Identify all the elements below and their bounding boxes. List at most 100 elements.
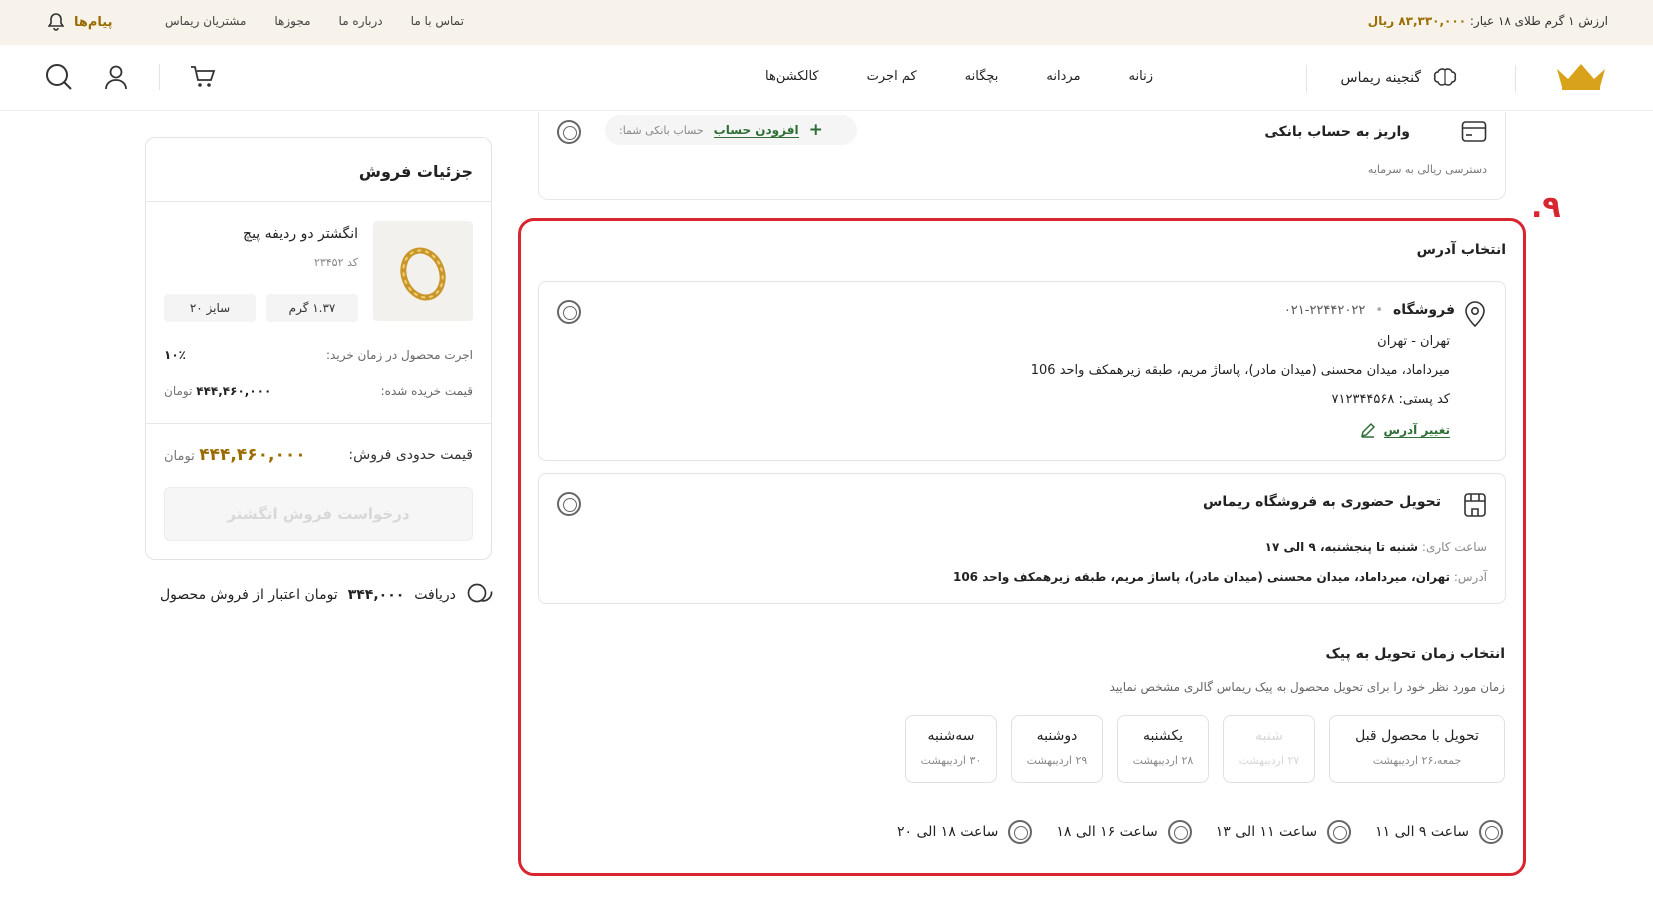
nav-collections[interactable]: کالکشن‌ها: [765, 69, 819, 84]
day-date: ۲۹ اردیبهشت: [1026, 754, 1088, 767]
bank-deposit-option[interactable]: واریز به حساب بانکی دسترسی ریالی به سرما…: [538, 112, 1506, 200]
product-code: کد ۲۳۴۵۲: [313, 256, 358, 269]
delivery-time-subtitle: زمان مورد نظر خود را برای تحویل محصول به…: [1109, 680, 1505, 694]
change-address-link[interactable]: تغییر آدرس: [1360, 422, 1450, 438]
day-option-sunday[interactable]: یکشنبه ۲۸ اردیبهشت: [1117, 715, 1209, 783]
store-name: فروشگاه: [1392, 302, 1455, 318]
crown-logo-icon[interactable]: [1554, 61, 1608, 95]
pickup-address-label: آدرس:: [1453, 570, 1487, 584]
day-option-tuesday[interactable]: سه‌شنبه ۳۰ اردیبهشت: [905, 715, 997, 783]
nav-kids[interactable]: بچگانه: [965, 69, 999, 84]
time-slot-radio[interactable]: [1008, 820, 1033, 844]
currency-label: تومان: [164, 449, 195, 464]
day-date: ۲۸ اردیبهشت: [1132, 754, 1194, 767]
top-link-licenses[interactable]: مجوزها: [274, 14, 310, 28]
ring-image: [373, 221, 473, 321]
day-option-with-previous[interactable]: تحویل با محصول قبل جمعه،۲۶ اردیبهشت: [1329, 715, 1505, 783]
gold-price-label: ارزش ۱ گرم طلای ۱۸ عیار: ۸۳,۳۳۰,۰۰۰ ریال: [1368, 14, 1608, 28]
header-divider: [1515, 65, 1516, 93]
day-date: ۳۰ اردیبهشت: [920, 754, 982, 767]
store-address: میرداماد، میدان محسنی (میدان مادر)، پاسا…: [1030, 363, 1450, 378]
estimated-price-label: قیمت حدودی فروش:: [348, 447, 473, 463]
time-slot-label: ساعت ۱۱ الی ۱۳: [1215, 824, 1318, 840]
purchase-price: ۴۴۴,۴۶۰,۰۰۰ تومان: [164, 384, 271, 398]
day-name: تحویل با محصول قبل: [1355, 728, 1479, 744]
day-option-monday[interactable]: دوشنبه ۲۹ اردیبهشت: [1011, 715, 1103, 783]
top-bar: ارزش ۱ گرم طلای ۱۸ عیار: ۸۳,۳۳۰,۰۰۰ ریال…: [0, 0, 1653, 45]
pencil-icon: [1360, 422, 1375, 438]
sell-request-button[interactable]: درخواست فروش انگشتر: [164, 487, 473, 541]
brand-link[interactable]: گنجینه ریماس: [1341, 67, 1457, 89]
time-slot-picker: ساعت ۹ الی ۱۱ ساعت ۱۱ الی ۱۳ ساعت ۱۶ الی…: [897, 820, 1503, 844]
separator-dot: •: [1375, 302, 1383, 318]
store-icon: [1464, 493, 1486, 517]
search-icon[interactable]: [45, 63, 73, 91]
store-address-option[interactable]: فروشگاه • ۰۲۱-۲۲۴۴۲۰۲۲ تهران - تهران میر…: [538, 281, 1506, 461]
time-slot-label: ساعت ۱۶ الی ۱۸: [1056, 824, 1158, 840]
pickup-hours-label: ساعت کاری:: [1421, 540, 1487, 554]
time-slot-radio[interactable]: [1327, 820, 1352, 844]
in-store-pickup-option[interactable]: تحویل حضوری به فروشگاه ریماس ساعت کاری: …: [538, 473, 1506, 604]
day-name: سه‌شنبه: [927, 728, 975, 744]
time-slot-11-13[interactable]: ساعت ۱۱ الی ۱۳: [1215, 820, 1352, 844]
product-name: انگشتر دو ردیفه پیچ: [243, 226, 358, 242]
nav-women[interactable]: زنانه: [1129, 69, 1153, 84]
location-pin-icon: [1465, 301, 1485, 328]
estimated-price-row: قیمت حدودی فروش: ۴۴۴,۴۶۰,۰۰۰ تومان: [164, 445, 473, 465]
purchase-price-row: قیمت خریده شده: ۴۴۴,۴۶۰,۰۰۰ تومان: [164, 384, 473, 398]
gold-price-value: ۸۳,۳۳۰,۰۰۰ ریال: [1367, 14, 1467, 28]
time-slot-radio[interactable]: [1479, 820, 1503, 844]
time-slot-label: ساعت ۹ الی ۱۱: [1375, 824, 1469, 840]
header-divider: [1306, 65, 1307, 93]
time-slot-18-20[interactable]: ساعت ۱۸ الی ۲۰: [897, 820, 1033, 844]
credit-note: دریافت ۳۴۴,۰۰۰ تومان اعتبار از فروش محصو…: [160, 582, 494, 608]
purchase-price-label: قیمت خریده شده:: [380, 384, 473, 398]
cart-icon[interactable]: [190, 65, 216, 89]
credit-suffix: تومان اعتبار از فروش محصول: [160, 587, 338, 603]
day-name: یکشنبه: [1142, 728, 1184, 744]
day-date: جمعه،۲۶ اردیبهشت: [1372, 754, 1462, 767]
time-slot-9-11[interactable]: ساعت ۹ الی ۱۱: [1375, 820, 1503, 844]
estimated-price-value: ۴۴۴,۴۶۰,۰۰۰: [199, 445, 306, 465]
ring-icon: [400, 247, 446, 301]
product-chips: ۱.۳۷ گرم سایز ۲۰: [164, 294, 358, 322]
pickup-hours: ساعت کاری: شنبه تا پنجشنبه، ۹ الی ۱۷: [1265, 540, 1487, 554]
top-link-contact[interactable]: تماس با ما: [411, 14, 464, 28]
plus-icon[interactable]: +: [809, 120, 823, 140]
delivery-time-title: انتخاب زمان تحویل به پیک: [1325, 646, 1505, 662]
nav-men[interactable]: مردانه: [1046, 69, 1080, 84]
currency-label: تومان: [164, 384, 193, 398]
header-divider: [159, 64, 160, 90]
pickup-address: آدرس: تهران، میرداماد، میدان محسنی (میدا…: [953, 570, 1487, 584]
top-link-about[interactable]: درباره ما: [339, 14, 383, 28]
divider: [146, 201, 491, 202]
credit-prefix: دریافت: [414, 587, 456, 603]
user-icon[interactable]: [103, 64, 129, 90]
bank-deposit-subtitle: دسترسی ریالی به سرمایه: [1367, 163, 1487, 176]
main-header: گنجینه ریماس زنانه مردانه بچگانه کم اجرت…: [0, 45, 1653, 111]
messages-button[interactable]: پیام‌ها: [48, 13, 113, 31]
time-slot-16-18[interactable]: ساعت ۱۶ الی ۱۸: [1056, 820, 1192, 844]
nav-low-wage[interactable]: کم اجرت: [867, 69, 917, 84]
pickup-radio[interactable]: [557, 492, 581, 516]
top-links: مشتریان ریماس مجوزها درباره ما تماس با م…: [165, 14, 464, 28]
pickup-address-value: تهران، میرداماد، میدان محسنی (میدان مادر…: [952, 570, 1450, 584]
messages-label: پیام‌ها: [74, 14, 113, 30]
sale-details-title: جزئیات فروش: [358, 162, 473, 181]
store-phone: ۰۲۱-۲۲۴۴۲۰۲۲: [1283, 302, 1366, 318]
time-slot-radio[interactable]: [1167, 820, 1192, 844]
address-section-title: انتخاب آدرس: [1416, 242, 1506, 258]
store-address-radio[interactable]: [557, 300, 581, 324]
top-link-customers[interactable]: مشتریان ریماس: [165, 14, 246, 28]
wage-value: ۱۰٪: [164, 348, 186, 362]
brain-icon: [1433, 68, 1457, 86]
bank-account-pill: حساب بانکی شما: افزودن حساب +: [605, 115, 857, 145]
header-icons: [45, 63, 216, 91]
pickup-hours-value: شنبه تا پنجشنبه، ۹ الی ۱۷: [1264, 540, 1419, 554]
credit-amount: ۳۴۴,۰۰۰: [347, 587, 405, 603]
pickup-title: تحویل حضوری به فروشگاه ریماس: [1203, 494, 1441, 510]
sale-details-card: جزئیات فروش انگشتر دو ردیفه پیچ کد ۲۳۴۵۲…: [145, 137, 492, 560]
add-account-link[interactable]: افزودن حساب: [713, 123, 799, 138]
bank-deposit-radio[interactable]: [557, 120, 581, 144]
step-number: ۹.: [1531, 190, 1561, 225]
